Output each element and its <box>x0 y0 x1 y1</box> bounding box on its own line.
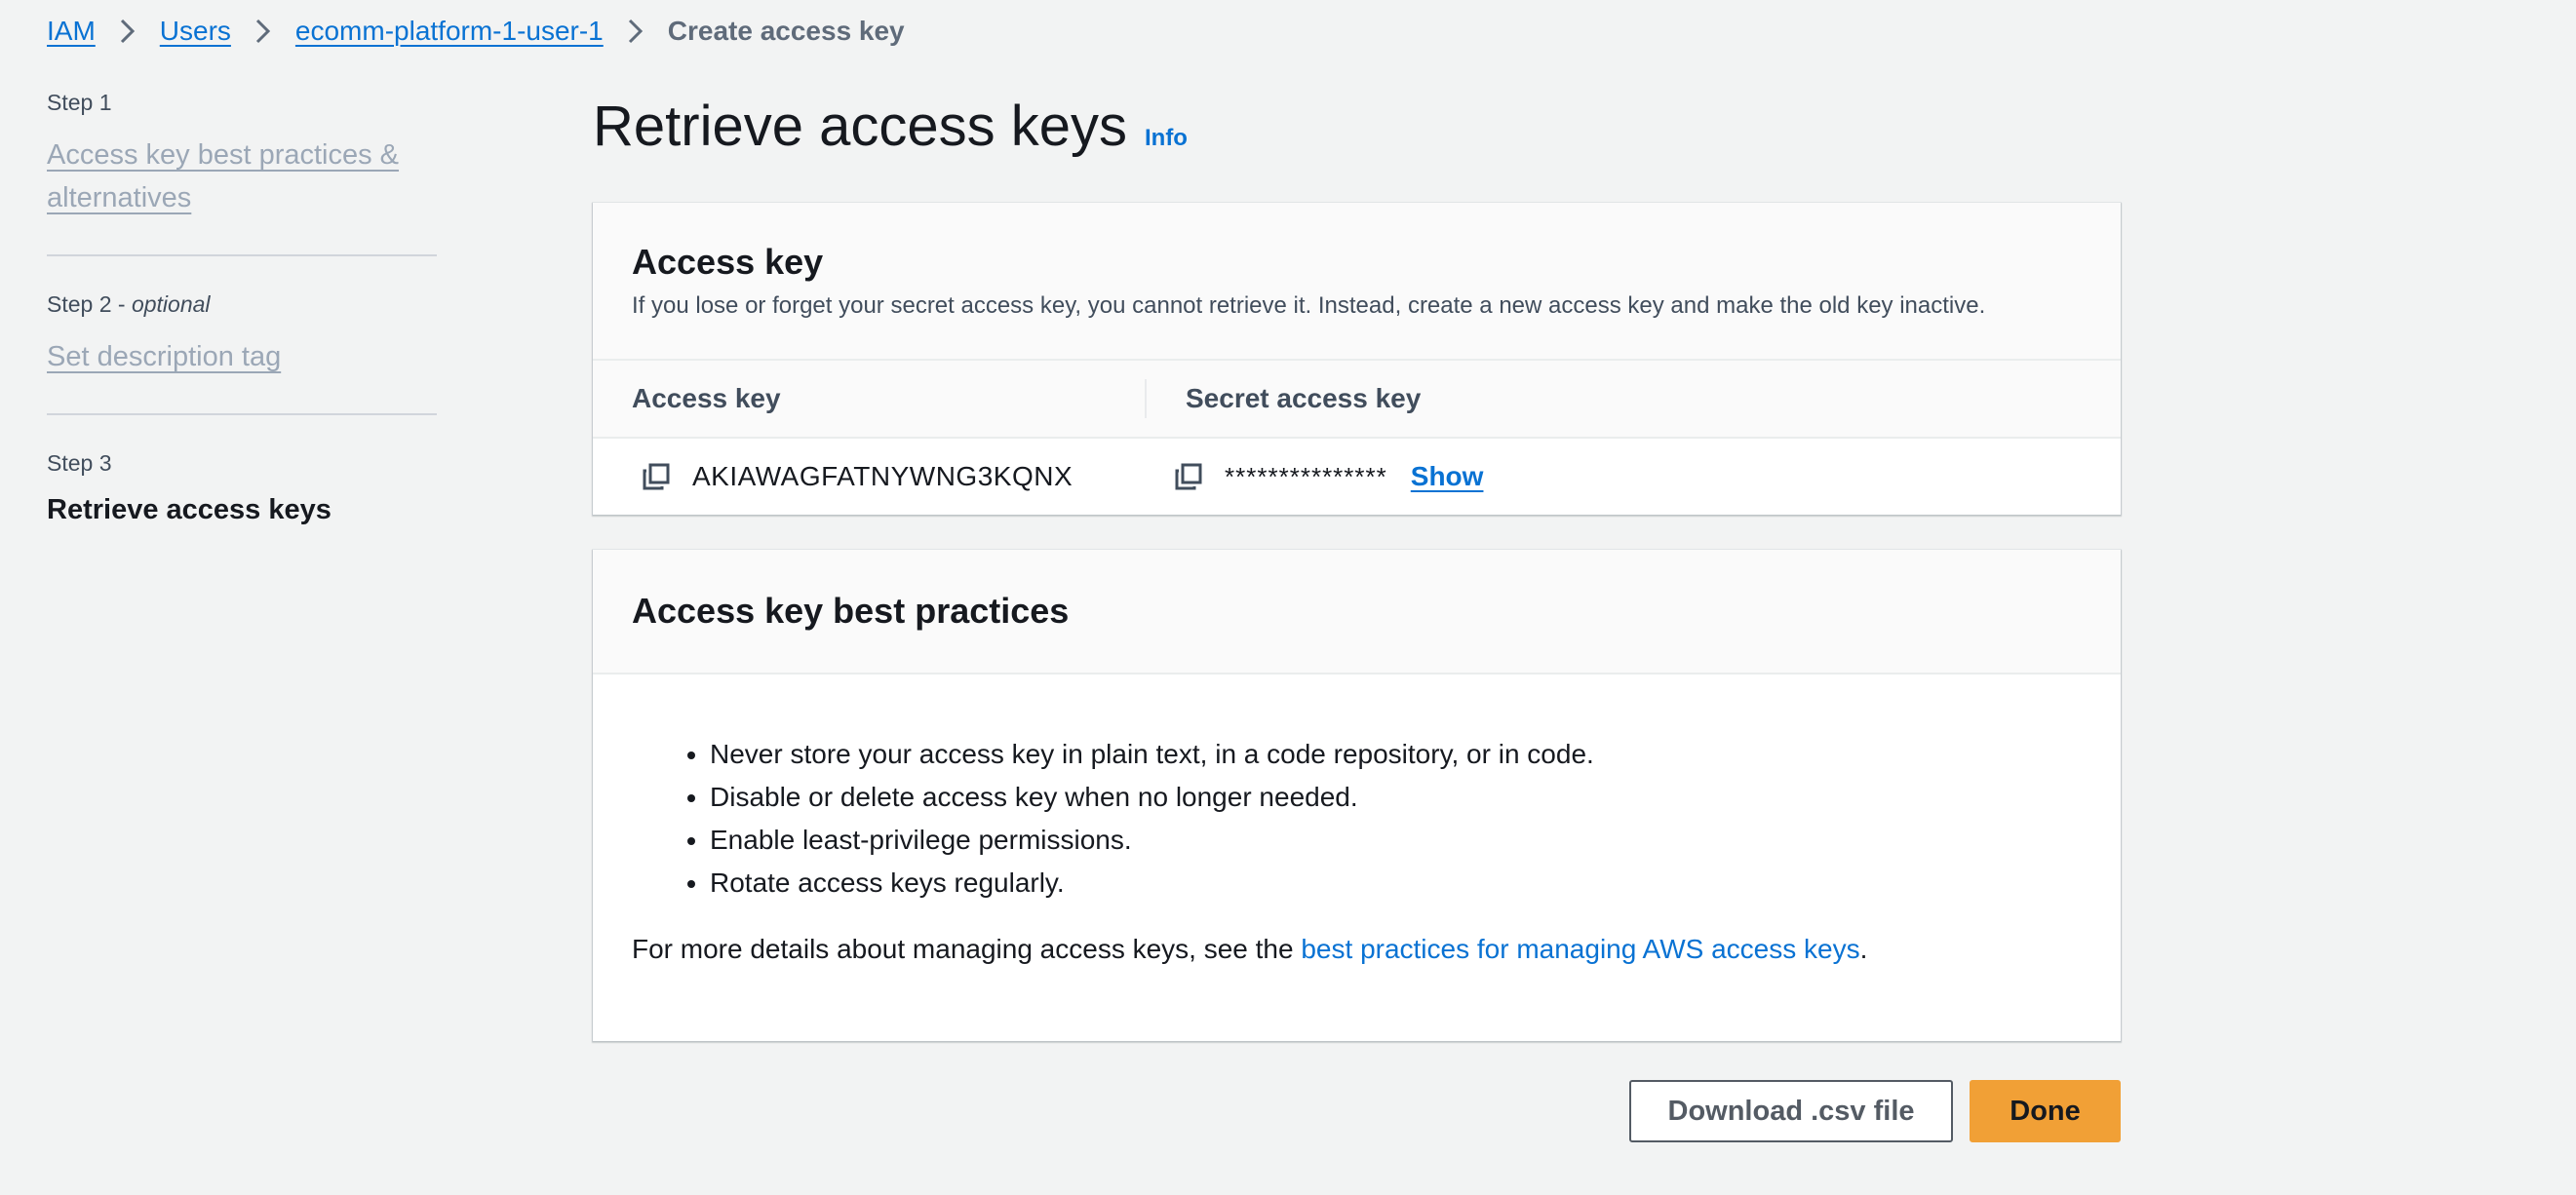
breadcrumb-iam[interactable]: IAM <box>47 16 96 47</box>
wizard-steps: Step 1 Access key best practices & alter… <box>47 90 437 526</box>
panel-description: If you lose or forget your secret access… <box>632 292 1986 319</box>
panel-title: Access key <box>632 242 824 282</box>
best-practices-link[interactable]: best practices for managing AWS access k… <box>1301 934 1859 964</box>
panel-header: Access key best practices <box>593 550 2121 675</box>
show-secret-link[interactable]: Show <box>1411 461 1484 492</box>
info-link[interactable]: Info <box>1145 125 1188 152</box>
copy-icon[interactable] <box>640 460 673 493</box>
done-button[interactable]: Done <box>1970 1080 2121 1142</box>
divider <box>47 254 437 256</box>
page-header: Retrieve access keys Info <box>593 94 1188 159</box>
more-prefix: For more details about managing access k… <box>632 934 1302 964</box>
step-2: Step 2 - optional Set description tag <box>47 291 437 378</box>
divider <box>47 413 437 415</box>
step-label: Step 1 <box>47 90 112 115</box>
secret-key-masked: *************** <box>1225 461 1387 491</box>
best-practices-list: Never store your access key in plain tex… <box>632 733 2082 905</box>
step-number: Step 2 <box>47 291 112 317</box>
breadcrumb-current: Create access key <box>667 16 905 46</box>
breadcrumb-user[interactable]: ecomm-platform-1-user-1 <box>295 16 604 47</box>
step-1-link[interactable]: Access key best practices & alternatives <box>47 139 399 213</box>
column-header-secret: Secret access key <box>1186 383 1422 413</box>
chevron-right-icon <box>627 18 644 45</box>
step-label: Step 3 <box>47 450 112 476</box>
step-optional: optional <box>131 291 211 317</box>
panel-body: Never store your access key in plain tex… <box>593 675 2121 965</box>
table-header: Access key Secret access key <box>593 361 2121 439</box>
column-header-access-key: Access key <box>593 379 1147 418</box>
list-item: Rotate access keys regularly. <box>710 862 2082 905</box>
step-2-link[interactable]: Set description tag <box>47 341 281 372</box>
breadcrumb: IAM Users ecomm-platform-1-user-1 Create… <box>47 14 905 49</box>
copy-icon[interactable] <box>1172 460 1205 493</box>
step-label: Step 2 - optional <box>47 291 211 317</box>
panel-header: Access key If you lose or forget your se… <box>593 203 2121 361</box>
secret-key-cell: *************** Show <box>1147 460 1483 493</box>
access-key-panel: Access key If you lose or forget your se… <box>593 203 2121 515</box>
access-key-value: AKIAWAGFATNYWNG3KQNX <box>692 461 1073 491</box>
step-3: Step 3 Retrieve access keys <box>47 450 437 526</box>
more-details-text: For more details about managing access k… <box>632 934 2082 965</box>
list-item: Disable or delete access key when no lon… <box>710 776 2082 819</box>
step-1: Step 1 Access key best practices & alter… <box>47 90 437 219</box>
step-3-current: Retrieve access keys <box>47 494 332 525</box>
access-key-cell: AKIAWAGFATNYWNG3KQNX <box>593 460 1147 493</box>
download-csv-button[interactable]: Download .csv file <box>1629 1080 1953 1142</box>
list-item: Enable least-privilege permissions. <box>710 819 2082 862</box>
panel-title: Access key best practices <box>632 591 1070 631</box>
list-item: Never store your access key in plain tex… <box>710 733 2082 776</box>
table-row: AKIAWAGFATNYWNG3KQNX *************** Sho… <box>593 439 2121 515</box>
chevron-right-icon <box>119 18 137 45</box>
chevron-right-icon <box>254 18 272 45</box>
page-title: Retrieve access keys <box>593 95 1127 158</box>
best-practices-panel: Access key best practices Never store yo… <box>593 550 2121 1041</box>
breadcrumb-users[interactable]: Users <box>160 16 231 47</box>
more-suffix: . <box>1859 934 1868 964</box>
